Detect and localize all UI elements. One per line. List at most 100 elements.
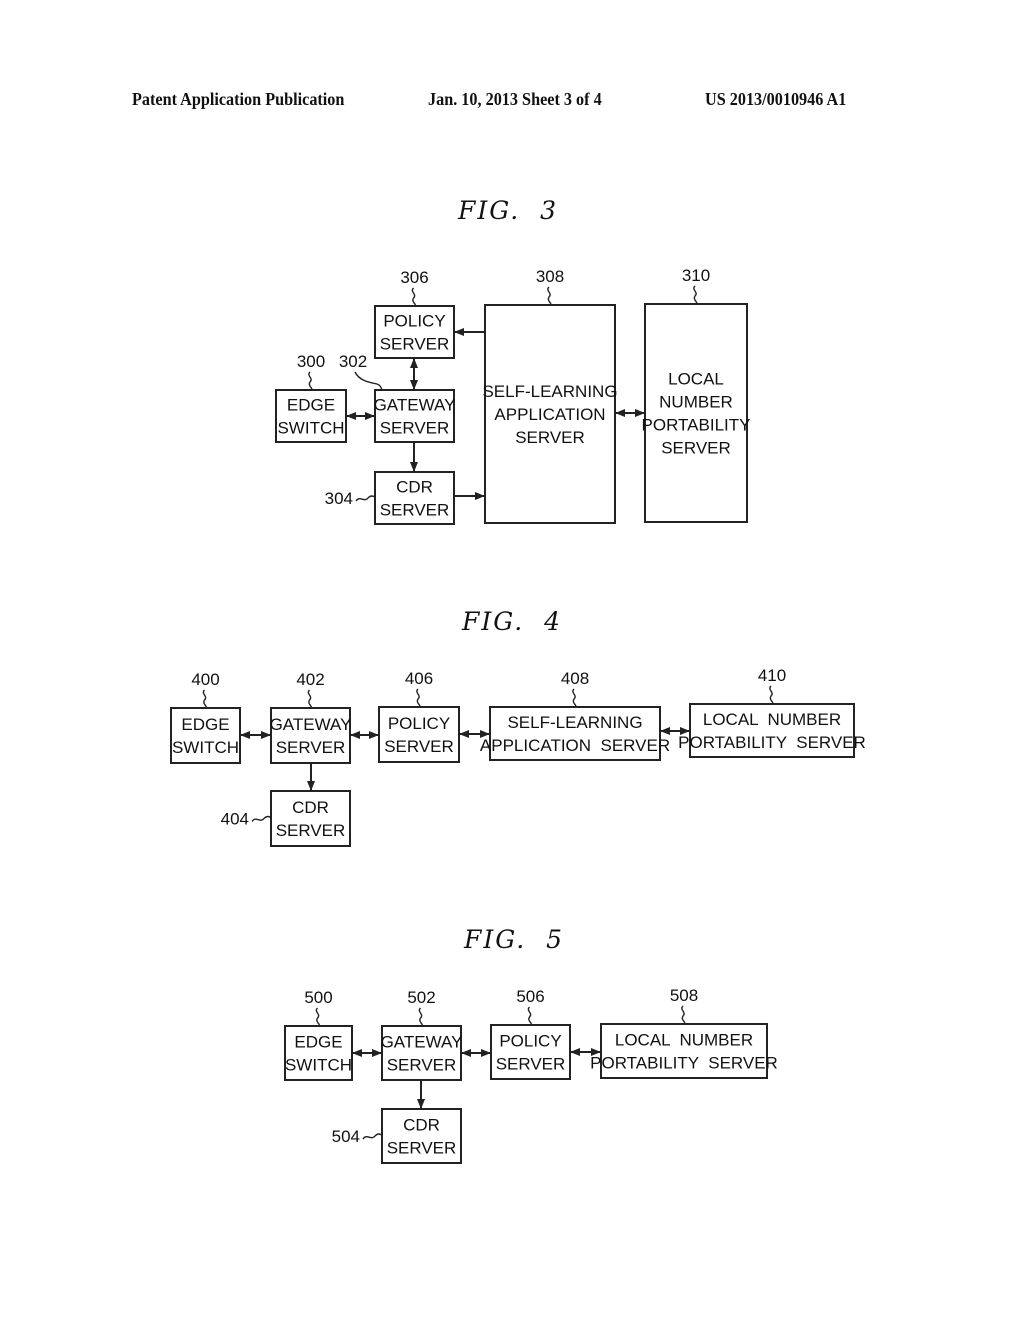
leader-line xyxy=(354,371,383,391)
leader-line xyxy=(418,1007,424,1026)
node-label-line: POLICY xyxy=(383,312,445,331)
node-label-line: SERVER xyxy=(276,821,346,840)
reference-numeral: 506 xyxy=(516,987,544,1006)
reference-numeral: 302 xyxy=(339,352,367,371)
node-label-line: SERVER xyxy=(380,335,450,354)
node-label-line: NUMBER xyxy=(659,393,733,412)
leader-line xyxy=(315,1007,321,1026)
node-label-line: CDR xyxy=(292,798,329,817)
node-label-line: EDGE xyxy=(294,1033,342,1052)
node-label-line: EDGE xyxy=(287,396,335,415)
node-label-line: SERVER xyxy=(380,419,450,438)
leader-line xyxy=(308,371,313,390)
reference-numeral: 508 xyxy=(670,986,698,1005)
reference-numeral: 300 xyxy=(297,352,325,371)
leader-line xyxy=(527,1006,533,1025)
fig4-ref-402: 402 xyxy=(296,670,325,708)
node-label-line: GATEWAY xyxy=(270,715,352,734)
node-label-line: SERVER xyxy=(496,1055,566,1074)
node-label-line: SWITCH xyxy=(277,419,344,438)
leader-line xyxy=(355,495,376,502)
node-label-line: SERVER xyxy=(384,737,454,756)
node-label-line: CDR xyxy=(403,1116,440,1135)
node-label-line: SWITCH xyxy=(172,738,239,757)
fig5-ref-500: 500 xyxy=(304,988,333,1026)
node-label-line: LOCAL NUMBER xyxy=(615,1031,753,1050)
fig5-node-500: EDGE SWITCH xyxy=(284,1025,353,1081)
node-box xyxy=(644,303,748,523)
fig4-node-404: CDR SERVER xyxy=(270,790,351,847)
node-label-line: GATEWAY xyxy=(374,396,456,415)
node-label-line: APPLICATION SERVER xyxy=(480,736,670,755)
node-label-line: CDR xyxy=(396,478,433,497)
nodes-layer: EDGE SWITCH GATEWAY SERVER CDR SERVER POLICY SE… xyxy=(170,303,866,1164)
reference-numeral: 310 xyxy=(682,266,710,285)
reference-numeral: 304 xyxy=(325,489,353,508)
reference-numeral: 402 xyxy=(296,670,324,689)
fig4-node-410: LOCAL NUMBER PORTABILITY SERVER xyxy=(678,703,866,758)
node-label-line: PORTABILITY SERVER xyxy=(678,733,866,752)
fig5-ref-502: 502 xyxy=(407,988,436,1026)
fig4-ref-408: 408 xyxy=(561,669,589,707)
fig4-node-406: POLICY SERVER xyxy=(378,706,460,763)
fig3-node-306: POLICY SERVER xyxy=(374,305,455,359)
fig5-node-502: GATEWAY SERVER xyxy=(381,1025,463,1081)
reference-numeral: 406 xyxy=(405,669,433,688)
fig4-ref-400: 400 xyxy=(191,670,220,708)
reference-numeral: 404 xyxy=(221,810,249,829)
leader-line xyxy=(202,689,208,708)
fig5-node-504: CDR SERVER xyxy=(381,1108,462,1164)
node-label-line: LOCAL xyxy=(668,370,724,389)
fig4-node-408: SELF-LEARNING APPLICATION SERVER xyxy=(480,706,670,761)
fig3-node-300: EDGE SWITCH xyxy=(275,389,347,443)
leader-line xyxy=(362,1133,383,1140)
fig3-node-310: LOCAL NUMBER PORTABILITY SERVER xyxy=(642,303,751,523)
leader-line xyxy=(693,285,698,304)
fig4-node-400: EDGE SWITCH xyxy=(170,707,241,764)
fig3-node-302: GATEWAY SERVER xyxy=(374,389,456,443)
leader-line xyxy=(416,688,421,707)
node-label-line: SERVER xyxy=(661,439,731,458)
fig3-ref-306: 306 xyxy=(400,268,429,306)
fig5-ref-504: 504 xyxy=(332,1127,383,1146)
fig3-ref-300: 300 xyxy=(297,352,325,390)
node-label-line: SELF-LEARNING xyxy=(507,713,642,732)
node-label-line: SERVER xyxy=(387,1056,457,1075)
leader-line xyxy=(681,1005,686,1024)
node-label-line: PORTABILITY SERVER xyxy=(590,1054,778,1073)
fig5-ref-506: 506 xyxy=(516,987,545,1025)
fig4-ref-406: 406 xyxy=(405,669,433,707)
node-label-line: LOCAL NUMBER xyxy=(703,710,841,729)
node-label-line: SELF-LEARNING xyxy=(482,382,617,401)
leader-line xyxy=(572,688,577,707)
leader-line xyxy=(547,286,552,305)
fig3-ref-308: 308 xyxy=(536,267,564,305)
node-label-line: SWITCH xyxy=(285,1056,352,1075)
reference-numeral: 400 xyxy=(191,670,219,689)
fig4-ref-404: 404 xyxy=(221,810,272,829)
reference-numeral: 504 xyxy=(332,1127,360,1146)
node-label-line: GATEWAY xyxy=(381,1033,463,1052)
fig5-node-508: LOCAL NUMBER PORTABILITY SERVER xyxy=(590,1023,778,1079)
node-label-line: POLICY xyxy=(499,1032,561,1051)
leader-line xyxy=(307,689,313,708)
node-label-line: SERVER xyxy=(276,738,346,757)
fig5-node-506: POLICY SERVER xyxy=(490,1024,571,1080)
reference-numeral: 502 xyxy=(407,988,435,1007)
reference-numeral: 408 xyxy=(561,669,589,688)
leader-line xyxy=(411,287,417,306)
node-label-line: SERVER xyxy=(380,501,450,520)
fig3-node-304: CDR SERVER xyxy=(374,471,455,525)
fig3-ref-304: 304 xyxy=(325,489,376,508)
node-label-line: PORTABILITY xyxy=(642,416,751,435)
node-label-line: APPLICATION xyxy=(494,405,605,424)
node-label-line: SERVER xyxy=(515,428,585,447)
fig4-ref-410: 410 xyxy=(758,666,786,704)
fig3-node-308: SELF-LEARNING APPLICATION SERVER xyxy=(482,304,618,524)
node-label-line: POLICY xyxy=(388,714,450,733)
node-label-line: SERVER xyxy=(387,1139,457,1158)
reference-numeral: 306 xyxy=(400,268,428,287)
leader-line xyxy=(769,685,774,704)
reference-numeral: 500 xyxy=(304,988,332,1007)
fig3-ref-310: 310 xyxy=(682,266,710,304)
